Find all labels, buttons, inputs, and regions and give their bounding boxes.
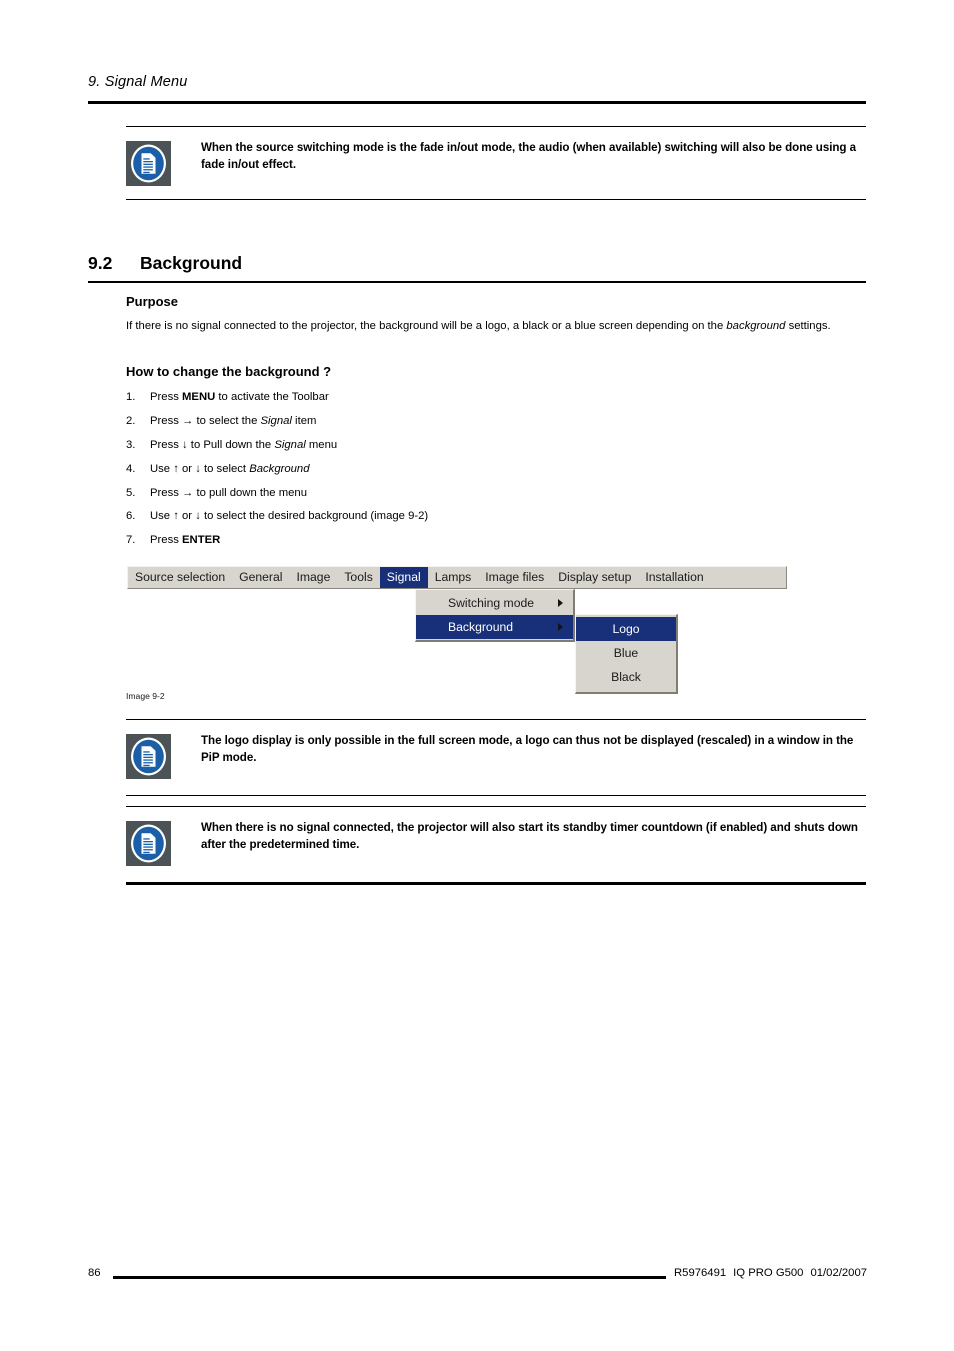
note-box-standby-timer: When there is no signal connected, the p… (126, 806, 866, 885)
note-rule-bottom (126, 795, 866, 797)
submenu-arrow-icon (558, 623, 563, 631)
submenu-item-logo[interactable]: Logo (576, 617, 676, 641)
note-rule-top (126, 719, 866, 721)
projector-menu-figure: Source selection General Image Tools Signal L… (127, 566, 787, 694)
howto-step: 3. Press ↓ to Pull down the Signal menu (126, 438, 726, 462)
menu-item-label: Switching mode (448, 596, 535, 610)
note-rule-bottom (126, 199, 866, 201)
header-divider (88, 101, 866, 104)
menu-bar[interactable]: Source selection General Image Tools Signal L… (127, 566, 787, 589)
note-text: The logo display is only possible in the… (201, 734, 854, 764)
step-text-fragment: Signal (274, 438, 306, 451)
step-marker: 6. (126, 510, 136, 523)
note-rule-bottom (126, 882, 866, 885)
step-text-fragment: Use ↑ or ↓ to select (150, 462, 250, 475)
step-text-fragment: to activate the Toolbar (215, 391, 329, 403)
footer-metadata: R5976491 IQ PRO G500 01/02/2007 (674, 1267, 867, 1279)
step-text-fragment: Background (249, 462, 310, 475)
figure-caption: Image 9-2 (126, 691, 165, 701)
signal-dropdown-menu[interactable]: Switching mode Background (415, 589, 575, 642)
step-marker: 5. (126, 486, 136, 499)
menu-item-switching-mode[interactable]: Switching mode (416, 591, 573, 615)
howto-step: 4. Use ↑ or ↓ to select Background (126, 462, 726, 486)
menubar-item-signal[interactable]: Signal (379, 567, 428, 588)
step-text-fragment: Press → to pull down the menu (150, 486, 307, 499)
step-marker: 4. (126, 462, 136, 475)
purpose-text-part1: If there is no signal connected to the p… (126, 320, 727, 332)
submenu-item-blue[interactable]: Blue (576, 641, 676, 665)
footer-date: 01/02/2007 (810, 1267, 868, 1279)
footer-product: IQ PRO G500 (733, 1267, 804, 1279)
note-text: When there is no signal connected, the p… (201, 821, 858, 851)
menubar-item-general[interactable]: General (232, 567, 289, 588)
footer-page-number: 86 (88, 1267, 101, 1279)
howto-steps-list: 1. Press MENU to activate the Toolbar 2. Pr… (126, 390, 726, 557)
step-text-fragment: Press ↓ to Pull down the (150, 438, 275, 451)
howto-step: 7. Press ENTER (126, 533, 726, 557)
step-text-fragment: item (291, 414, 317, 427)
note-text: When the source switching mode is the fa… (201, 141, 857, 171)
step-text-fragment: Press (150, 391, 183, 403)
note-rule-top (126, 806, 866, 808)
step-marker: 7. (126, 534, 136, 547)
menubar-item-image-files[interactable]: Image files (478, 567, 551, 588)
step-marker: 3. (126, 438, 136, 451)
step-text-fragment: Press → to select the (150, 414, 261, 427)
page-title: 9.2 Background (88, 253, 242, 274)
section-number: 9.2 (88, 253, 113, 273)
document-page: 9. Signal Menu When the source switching… (0, 0, 954, 1351)
step-text-fragment: Press (150, 534, 183, 547)
menubar-item-display-setup[interactable]: Display setup (551, 567, 638, 588)
menubar-item-image[interactable]: Image (289, 567, 337, 588)
submenu-item-black[interactable]: Black (576, 665, 676, 689)
howto-step: 6. Use ↑ or ↓ to select the desired backg… (126, 509, 726, 533)
purpose-text-part2: settings. (785, 320, 831, 332)
step-marker: 2. (126, 414, 136, 427)
footer-divider (113, 1276, 666, 1279)
background-submenu[interactable]: Logo Blue Black (575, 614, 678, 694)
section-divider (88, 281, 866, 283)
running-header-chapter-title: 9. Signal Menu (88, 74, 188, 90)
howto-step: 2. Press → to select the Signal item (126, 414, 726, 438)
menubar-item-lamps[interactable]: Lamps (428, 567, 479, 588)
note-box-logo-fullscreen: The logo display is only possible in the… (126, 719, 866, 797)
note-document-icon (126, 734, 171, 779)
menubar-item-tools[interactable]: Tools (337, 567, 379, 588)
howto-step: 1. Press MENU to activate the Toolbar (126, 390, 726, 414)
submenu-arrow-icon (558, 599, 563, 607)
menubar-item-source-selection[interactable]: Source selection (128, 567, 232, 588)
menu-item-background[interactable]: Background (416, 615, 573, 639)
purpose-heading: Purpose (126, 294, 179, 309)
step-text-fragment: Use ↑ or ↓ to select the desired backgro… (150, 510, 429, 523)
howto-heading: How to change the background ? (126, 364, 332, 379)
purpose-paragraph: If there is no signal connected to the p… (126, 319, 871, 335)
menubar-item-installation[interactable]: Installation (638, 567, 710, 588)
step-text-fragment: Signal (260, 414, 292, 427)
step-text-fragment: MENU (182, 391, 216, 403)
step-text-fragment: ENTER (182, 534, 221, 547)
note-document-icon (126, 821, 171, 866)
howto-step: 5. Press → to pull down the menu (126, 486, 726, 510)
step-marker: 1. (126, 391, 136, 403)
footer-part-number: R5976491 (674, 1267, 727, 1279)
section-title: Background (140, 253, 243, 273)
purpose-text-italic: background (726, 320, 786, 332)
menu-item-label: Background (448, 620, 514, 634)
note-rule-top (126, 126, 866, 128)
note-document-icon (126, 141, 171, 186)
note-box-source-switching: When the source switching mode is the fa… (126, 126, 866, 201)
step-text-fragment: menu (305, 438, 338, 451)
